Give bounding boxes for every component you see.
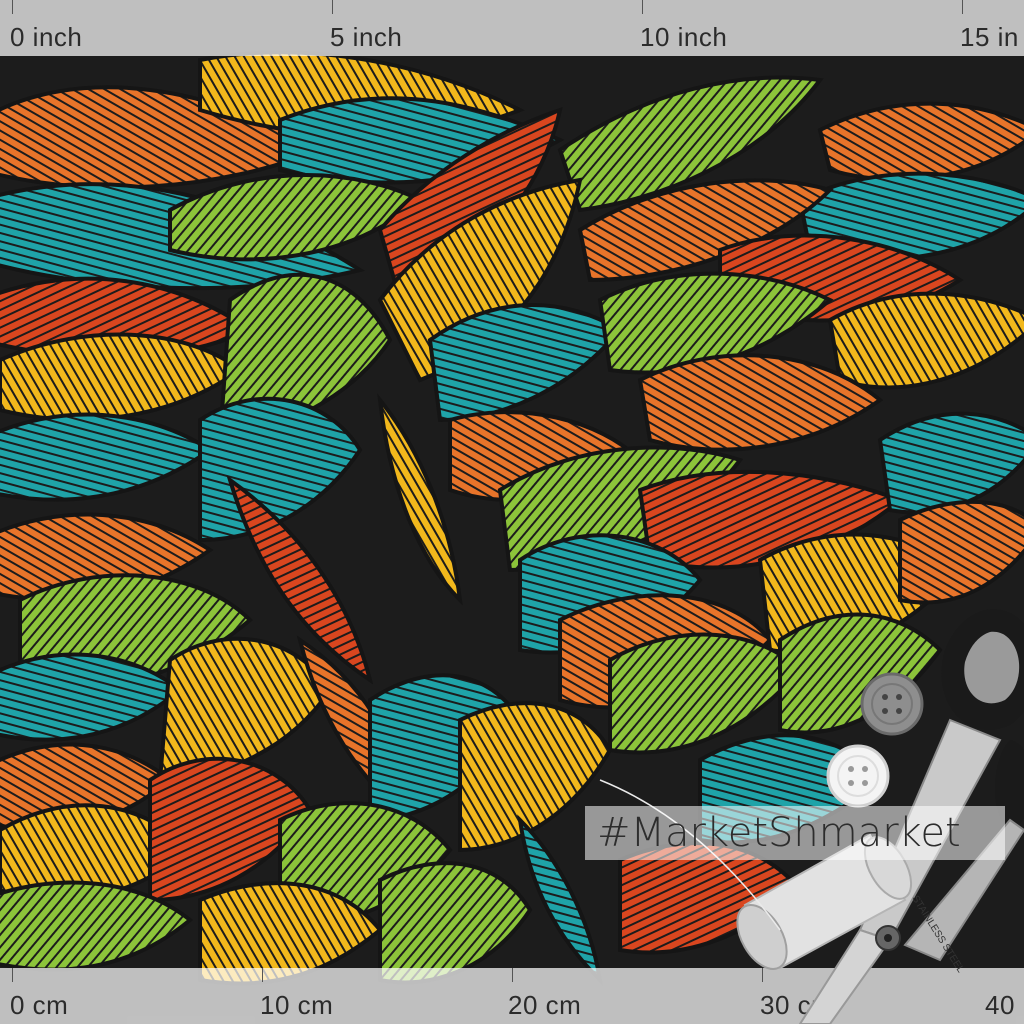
ruler-label-inch-0: 0 inch (10, 22, 83, 52)
ruler-label-cm-0: 0 cm (10, 990, 69, 1020)
watermark-label: #MarketShmarket (585, 806, 1005, 860)
ruler-tick (332, 0, 333, 14)
ruler-tick (512, 968, 513, 982)
ruler-label-cm-30: 30 cm (760, 990, 834, 1020)
ruler-label-inch-15: 15 in (960, 22, 1019, 52)
ruler-tick (642, 0, 643, 14)
ruler-tick (12, 0, 13, 14)
ruler-tick (762, 968, 763, 982)
fabric-pattern (0, 0, 1024, 1024)
ruler-label-cm-20: 20 cm (508, 990, 582, 1020)
ruler-tick (262, 968, 263, 982)
ruler-tick (962, 0, 963, 14)
ruler-label-cm-40: 40 (985, 990, 1015, 1020)
ruler-label-cm-10: 10 cm (260, 990, 334, 1020)
ruler-tick (12, 968, 13, 982)
ruler-centimeters: 0 cm 10 cm 20 cm 30 cm 40 (0, 968, 1024, 1024)
fabric-preview: 0 inch 5 inch 10 inch 15 in 0 cm 10 cm 2… (0, 0, 1024, 1024)
ruler-inches: 0 inch 5 inch 10 inch 15 in (0, 0, 1024, 56)
ruler-label-inch-10: 10 inch (640, 22, 728, 52)
ruler-label-inch-5: 5 inch (330, 22, 403, 52)
